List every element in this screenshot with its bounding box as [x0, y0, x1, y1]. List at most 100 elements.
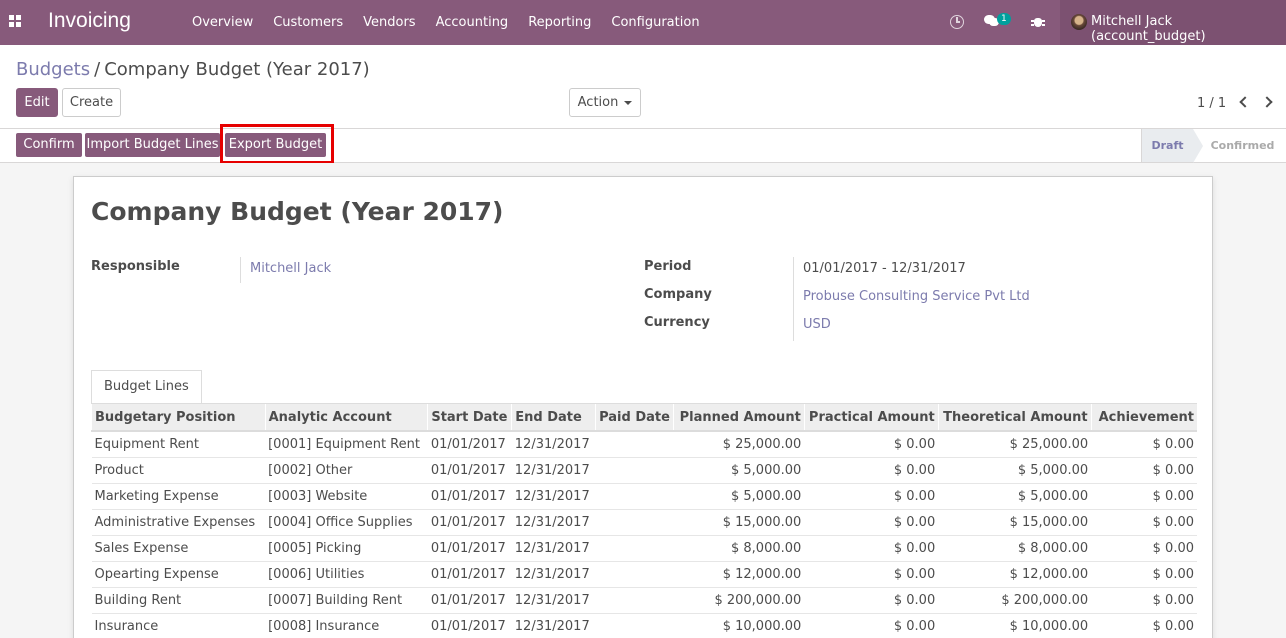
table-row[interactable]: Sales Expense [0005] Picking 01/01/2017 12/…: [91, 534, 1197, 561]
table-row[interactable]: Building Rent [0007] Building Rent 01/01/2…: [91, 586, 1197, 613]
cell-practical-amount: $ 0.00: [804, 586, 939, 613]
cell-start-date: 01/01/2017: [427, 612, 512, 638]
stage-arrow: [1193, 129, 1203, 163]
edit-button[interactable]: Edit: [16, 88, 58, 117]
menu-accounting[interactable]: Accounting: [426, 0, 519, 45]
table-header-row: Budgetary Position Analytic Account Star…: [91, 404, 1197, 432]
cell-practical-amount: $ 0.00: [804, 430, 939, 457]
cell-end-date: 12/31/2017: [511, 612, 596, 638]
cell-planned-amount: $ 10,000.00: [673, 612, 805, 638]
cell-start-date: 01/01/2017: [427, 508, 512, 535]
message-count-badge: 1: [997, 13, 1011, 25]
col-budgetary-position[interactable]: Budgetary Position: [91, 404, 266, 432]
stage-draft[interactable]: Draft: [1141, 129, 1193, 162]
responsible-label: Responsible: [91, 259, 180, 274]
cell-start-date: 01/01/2017: [427, 430, 512, 457]
cell-achievement: $ 0.00: [1091, 534, 1197, 561]
company-field[interactable]: Probuse Consulting Service Pvt Ltd: [803, 289, 1030, 304]
cell-paid-date: [595, 534, 674, 561]
cell-paid-date: [595, 560, 674, 587]
cell-end-date: 12/31/2017: [511, 482, 596, 509]
col-theoretical-amount[interactable]: Theoretical Amount: [937, 404, 1092, 432]
cell-theoretical-amount: $ 5,000.00: [938, 456, 1092, 483]
action-dropdown[interactable]: Action: [569, 88, 641, 117]
cell-achievement: $ 0.00: [1091, 430, 1197, 457]
pager-next-icon[interactable]: [1261, 96, 1273, 108]
apps-grid-icon[interactable]: [9, 15, 23, 29]
cell-budgetary-position: Opearting Expense: [91, 560, 266, 587]
cell-practical-amount: $ 0.00: [804, 612, 939, 638]
table-row[interactable]: Product [0002] Other 01/01/2017 12/31/2017 $…: [91, 456, 1197, 483]
cell-practical-amount: $ 0.00: [804, 508, 939, 535]
cell-start-date: 01/01/2017: [427, 586, 512, 613]
cell-budgetary-position: Sales Expense: [91, 534, 266, 561]
table-row[interactable]: Opearting Expense [0006] Utilities 01/01/2…: [91, 560, 1197, 587]
col-planned-amount[interactable]: Planned Amount: [672, 404, 805, 432]
cell-paid-date: [595, 508, 674, 535]
user-menu[interactable]: Mitchell Jack (account_budget): [1060, 0, 1286, 45]
cell-start-date: 01/01/2017: [427, 456, 512, 483]
tab-budget-lines[interactable]: Budget Lines: [91, 370, 202, 404]
table-row[interactable]: Equipment Rent [0001] Equipment Rent 01/01…: [91, 430, 1197, 457]
menu-customers[interactable]: Customers: [263, 0, 353, 45]
responsible-field[interactable]: Mitchell Jack: [250, 261, 331, 276]
table-row[interactable]: Insurance [0008] Insurance 01/01/2017 12/31…: [91, 612, 1197, 638]
table-row[interactable]: Marketing Expense [0003] Website 01/01/201…: [91, 482, 1197, 509]
cell-analytic-account: [0002] Other: [265, 456, 428, 483]
confirm-button[interactable]: Confirm: [16, 133, 82, 157]
stage-confirmed[interactable]: Confirmed: [1205, 129, 1280, 162]
cell-achievement: $ 0.00: [1091, 612, 1197, 638]
app-title: Invoicing: [48, 9, 131, 32]
cell-analytic-account: [0008] Insurance: [265, 612, 428, 638]
import-budget-lines-button[interactable]: Import Budget Lines: [85, 133, 220, 157]
clock-icon[interactable]: [950, 15, 964, 29]
cell-planned-amount: $ 5,000.00: [673, 482, 805, 509]
menu-configuration[interactable]: Configuration: [601, 0, 709, 45]
col-achievement[interactable]: Achievement: [1090, 404, 1197, 432]
cell-achievement: $ 0.00: [1091, 508, 1197, 535]
breadcrumb: Budgets / Company Budget (Year 2017): [16, 59, 370, 80]
col-practical-amount[interactable]: Practical Amount: [803, 404, 939, 432]
menu-vendors[interactable]: Vendors: [353, 0, 425, 45]
cell-practical-amount: $ 0.00: [804, 482, 939, 509]
cell-practical-amount: $ 0.00: [804, 456, 939, 483]
cell-theoretical-amount: $ 15,000.00: [938, 508, 1092, 535]
create-button[interactable]: Create: [62, 88, 121, 117]
period-field: 01/01/2017 - 12/31/2017: [803, 261, 966, 276]
col-start-date[interactable]: Start Date: [427, 404, 512, 432]
cell-planned-amount: $ 15,000.00: [673, 508, 805, 535]
col-end-date[interactable]: End Date: [511, 404, 596, 432]
cell-start-date: 01/01/2017: [427, 534, 512, 561]
table-row[interactable]: Administrative Expenses [0004] Office Sup…: [91, 508, 1197, 535]
cell-end-date: 12/31/2017: [511, 508, 596, 535]
menu-reporting[interactable]: Reporting: [518, 0, 601, 45]
bug-icon[interactable]: [1031, 15, 1045, 28]
cell-budgetary-position: Marketing Expense: [91, 482, 266, 509]
cell-planned-amount: $ 8,000.00: [673, 534, 805, 561]
form-sheet: Company Budget (Year 2017) Responsible M…: [73, 176, 1213, 638]
cell-practical-amount: $ 0.00: [804, 534, 939, 561]
company-label: Company: [644, 287, 712, 302]
currency-field[interactable]: USD: [803, 317, 831, 332]
cell-analytic-account: [0005] Picking: [265, 534, 428, 561]
main-menu: Overview Customers Vendors Accounting Re…: [182, 0, 710, 45]
cell-budgetary-position: Product: [91, 456, 266, 483]
currency-label: Currency: [644, 315, 710, 330]
col-paid-date[interactable]: Paid Date: [595, 404, 674, 432]
statusbar: Confirm Import Budget Lines Export Budge…: [0, 129, 1286, 163]
cell-end-date: 12/31/2017: [511, 560, 596, 587]
cell-start-date: 01/01/2017: [427, 482, 512, 509]
cell-theoretical-amount: $ 8,000.00: [938, 534, 1092, 561]
col-analytic-account[interactable]: Analytic Account: [264, 404, 428, 432]
cell-budgetary-position: Administrative Expenses: [91, 508, 266, 535]
pager-previous-icon[interactable]: [1239, 96, 1251, 108]
cell-budgetary-position: Insurance: [91, 612, 266, 638]
cell-analytic-account: [0006] Utilities: [265, 560, 428, 587]
breadcrumb-budgets-link[interactable]: Budgets: [16, 59, 90, 80]
cell-achievement: $ 0.00: [1091, 456, 1197, 483]
menu-overview[interactable]: Overview: [182, 0, 263, 45]
breadcrumb-separator: /: [94, 59, 101, 80]
cell-planned-amount: $ 25,000.00: [673, 430, 805, 457]
budget-title: Company Budget (Year 2017): [91, 197, 504, 226]
cell-paid-date: [595, 612, 674, 638]
